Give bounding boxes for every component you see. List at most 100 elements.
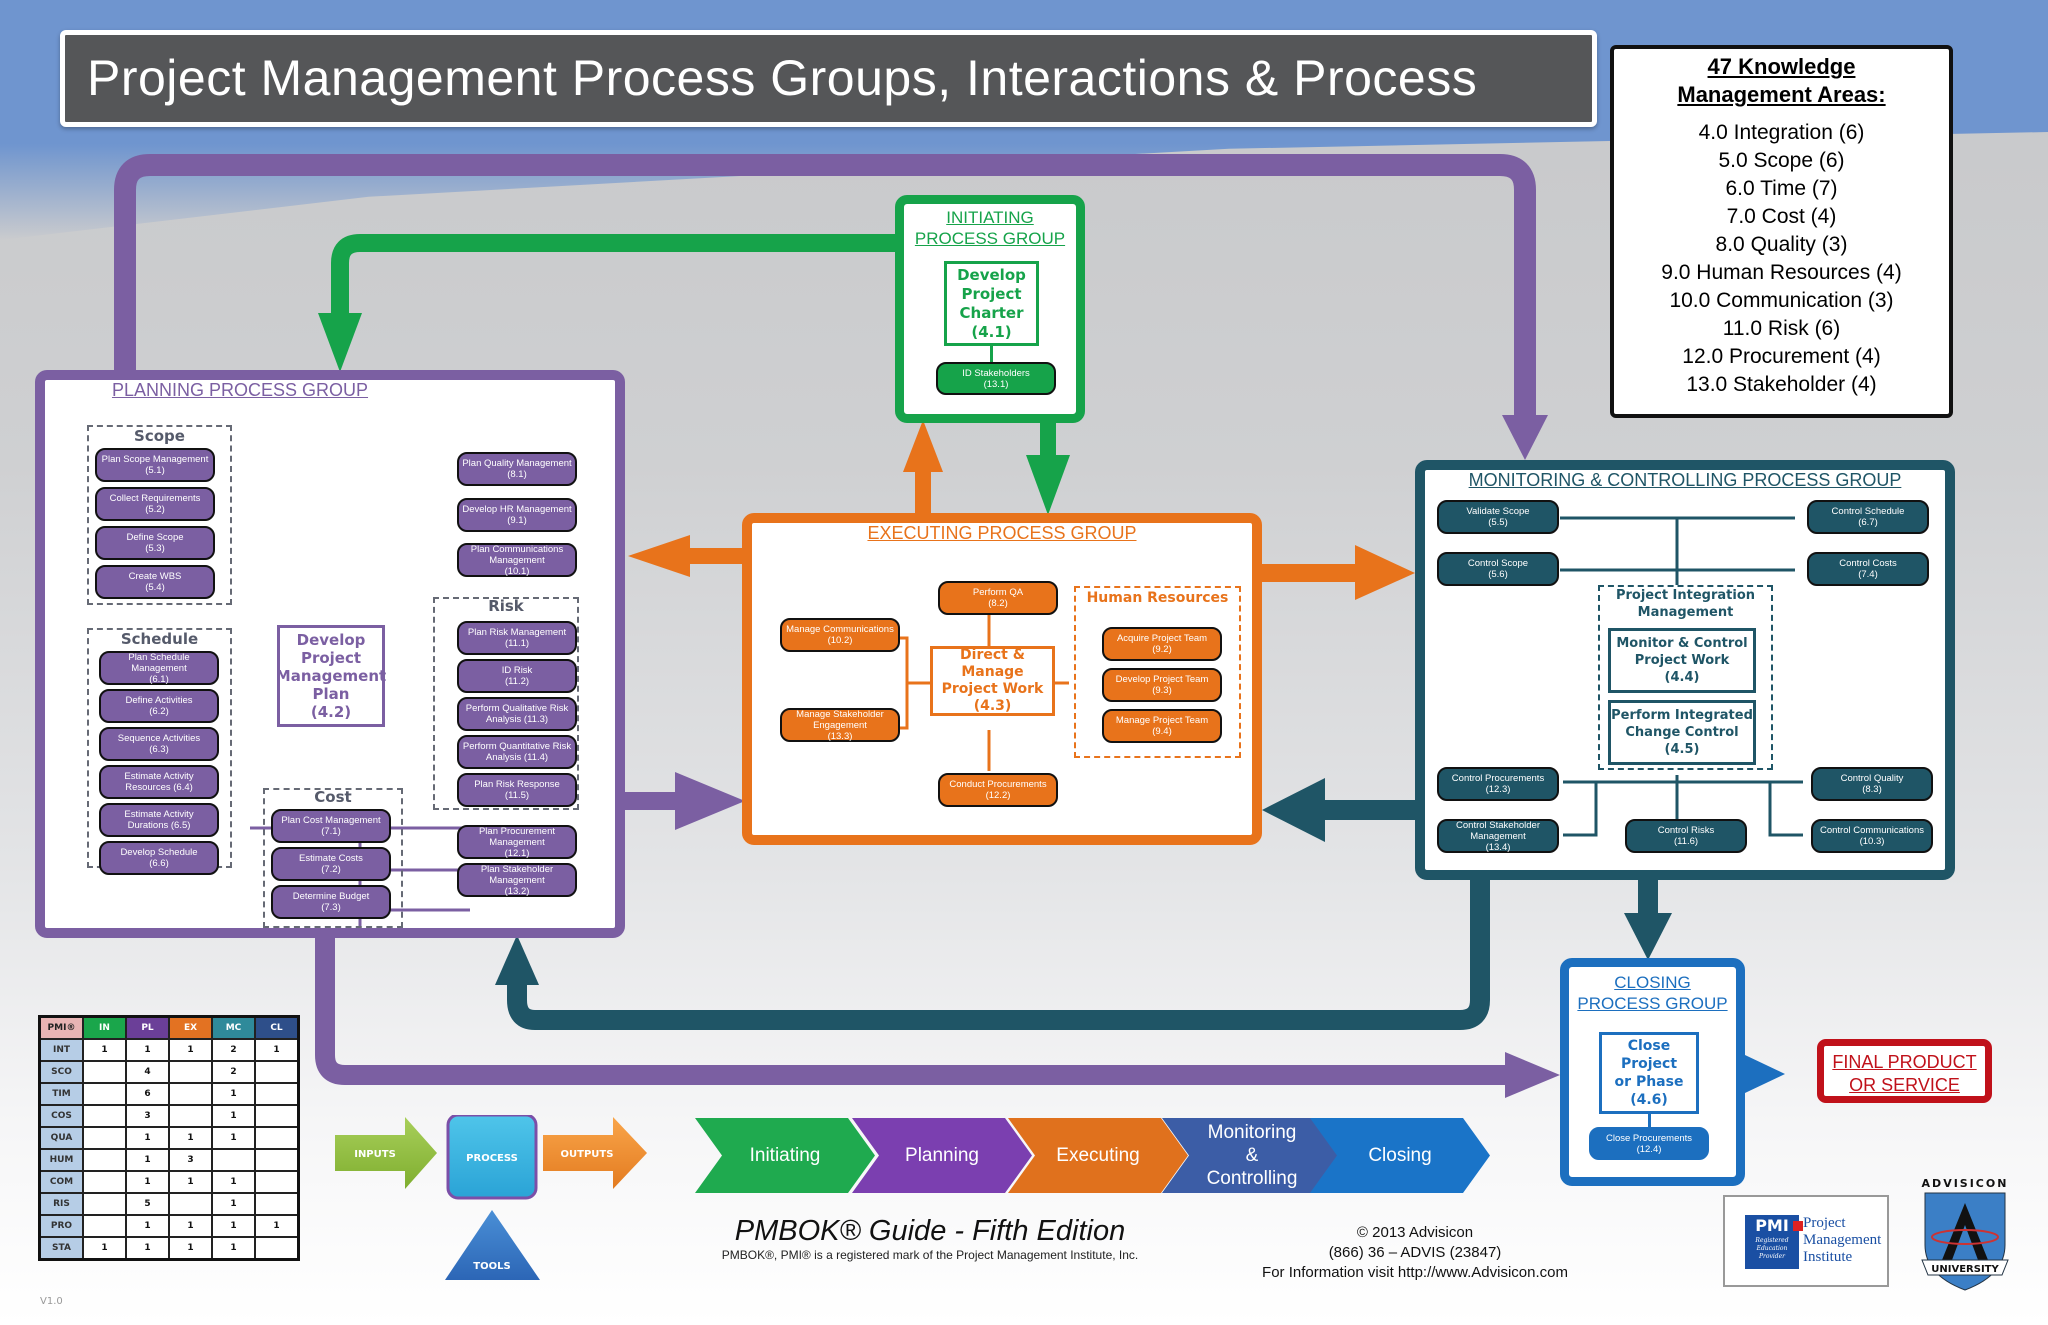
process-code: (12.2) <box>985 790 1011 801</box>
process-define-activities[interactable]: Define Activities (6.2) <box>99 689 219 723</box>
pmi-cell: 1 <box>211 1126 256 1150</box>
process-plan-schedule-management[interactable]: Plan Schedule Management (6.1) <box>99 651 219 685</box>
pmi-cell: 2 <box>211 1060 256 1084</box>
process-plan-cost-management[interactable]: Plan Cost Management (7.1) <box>271 809 391 843</box>
process-plan-stakeholder-management[interactable]: Plan Stakeholder Management (13.2) <box>457 863 577 897</box>
process-code: (7.4) <box>1858 569 1878 580</box>
pmi-row-header: RIS <box>38 1192 84 1216</box>
process-code: (11.1) <box>504 638 530 649</box>
process-code: (5.3) <box>145 543 165 554</box>
process-id-risk[interactable]: ID Risk (11.2) <box>457 659 577 693</box>
process-control-scope[interactable]: Control Scope (5.6) <box>1437 552 1559 586</box>
pmi-cell <box>211 1148 256 1172</box>
table-row: STA 1 1 1 1 <box>38 1236 300 1261</box>
process-determine-budget[interactable]: Determine Budget (7.3) <box>271 885 391 919</box>
process-estimate-costs[interactable]: Estimate Costs (7.2) <box>271 847 391 881</box>
knowledge-area-item: 13.0 Stakeholder (4) <box>1686 373 1877 396</box>
process-plan-risk-management[interactable]: Plan Risk Management (11.1) <box>457 621 577 655</box>
process-control-stakeholder-management[interactable]: Control Stakeholder Management (13.4) <box>1437 819 1559 853</box>
phase-chevron-initiating: Initiating <box>695 1118 875 1193</box>
process-develop-project-team[interactable]: Develop Project Team (9.3) <box>1102 668 1222 702</box>
table-row: SCO 4 2 <box>38 1060 300 1084</box>
process-conduct-procurements[interactable]: Conduct Procurements (12.2) <box>938 773 1058 807</box>
pmbok-caption: PMBOK® Guide - Fifth Edition PMBOK®, PMI… <box>700 1215 1160 1263</box>
process-plan-scope-management[interactable]: Plan Scope Management (5.1) <box>95 448 215 482</box>
process-control-schedule[interactable]: Control Schedule (6.7) <box>1807 500 1929 534</box>
website-link[interactable]: For Information visit http://www.Advisic… <box>1225 1263 1605 1283</box>
pmi-column-header: CL <box>254 1015 300 1040</box>
process-estimate-activity-durations-6-5[interactable]: Estimate Activity Durations (6.5) <box>99 803 219 837</box>
process-label: PROCESS <box>466 1153 518 1164</box>
arrowhead-to-closing <box>1624 913 1672 960</box>
process-plan-risk-response[interactable]: Plan Risk Response (11.5) <box>457 773 577 807</box>
process-plan-quality-management[interactable]: Plan Quality Management (8.1) <box>457 452 577 486</box>
process-id-stakeholders[interactable]: ID Stakeholders (13.1) <box>936 362 1056 395</box>
pmi-logo-text: Project Management Institute <box>1803 1215 1882 1265</box>
process-control-communications[interactable]: Control Communications (10.3) <box>1811 819 1933 853</box>
pmi-cell <box>254 1192 300 1216</box>
process-manage-communications[interactable]: Manage Communications (10.2) <box>780 618 900 652</box>
process-manage-stakeholder-engagement[interactable]: Manage Stakeholder Engagement (13.3) <box>780 708 900 742</box>
advisicon-logo-title: ADVISICON <box>1922 1177 2009 1190</box>
process-validate-scope[interactable]: Validate Scope (5.5) <box>1437 500 1559 534</box>
process-sequence-activities[interactable]: Sequence Activities (6.3) <box>99 727 219 761</box>
process-name: Estimate Activity Resources (6.4) <box>124 771 194 793</box>
process-estimate-activity-resources-6-4[interactable]: Estimate Activity Resources (6.4) <box>99 765 219 799</box>
process-control-quality[interactable]: Control Quality (8.3) <box>1811 767 1933 801</box>
pmi-logo: PMI Registered Education Provider Projec… <box>1723 1195 1889 1287</box>
pmi-cell: 1 <box>125 1038 170 1062</box>
direct-manage-project-work[interactable]: Direct & Manage Project Work (4.3) <box>930 646 1055 716</box>
arrowhead-to-executing <box>1026 455 1070 515</box>
process-name: Manage Communications <box>786 624 894 635</box>
process-develop-schedule[interactable]: Develop Schedule (6.6) <box>99 841 219 875</box>
process-create-wbs[interactable]: Create WBS (5.4) <box>95 565 215 599</box>
process-close-procurements[interactable]: Close Procurements (12.4) <box>1589 1127 1709 1160</box>
close-project-or-phase[interactable]: Close Project or Phase (4.6) <box>1599 1032 1699 1114</box>
knowledge-areas-list: 4.0 Integration (6) 5.0 Scope (6) 6.0 Time… <box>1614 119 1949 399</box>
process-control-costs[interactable]: Control Costs (7.4) <box>1807 552 1929 586</box>
pmi-cell <box>254 1126 300 1150</box>
pmi-cell: 1 <box>254 1214 300 1238</box>
final-line1: FINAL PRODUCT <box>1832 1052 1977 1072</box>
pmi-cell: 1 <box>82 1236 127 1261</box>
develop-project-management-plan[interactable]: Develop Project Management Plan (4.2) <box>276 625 386 727</box>
process-code: (9.3) <box>1152 685 1172 696</box>
process-acquire-project-team[interactable]: Acquire Project Team (9.2) <box>1102 627 1222 661</box>
process-control-risks[interactable]: Control Risks (11.6) <box>1625 819 1747 853</box>
process-code: (11.5) <box>504 790 530 801</box>
process-name: ID Risk <box>501 665 533 676</box>
process-develop-hr-management[interactable]: Develop HR Management (9.1) <box>457 498 577 532</box>
process-code: (5.1) <box>145 465 165 476</box>
process-manage-project-team[interactable]: Manage Project Team (9.4) <box>1102 709 1222 743</box>
pmi-cell: 1 <box>211 1104 256 1128</box>
pmi-cell <box>82 1170 127 1194</box>
project-integration-label: Project Integration Management <box>1615 588 1756 620</box>
process-name: Plan Quality Management <box>462 458 572 469</box>
process-perform-qualitative-risk-analysis-11-3[interactable]: Perform Qualitative Risk Analysis (11.3) <box>457 697 577 731</box>
process-name: Develop Schedule <box>120 847 198 858</box>
pmi-cell <box>82 1126 127 1150</box>
pmi-cell <box>254 1104 300 1128</box>
pmi-cell <box>82 1148 127 1172</box>
process-name: Control Stakeholder Management <box>1456 819 1540 842</box>
closing-heading-line2: PROCESS GROUP <box>1577 994 1728 1013</box>
pmi-cell: 1 <box>211 1236 256 1261</box>
pmi-cell: 3 <box>125 1104 170 1128</box>
process-plan-procurement-management[interactable]: Plan Procurement Management (12.1) <box>457 825 577 859</box>
planning-to-executing-shaft <box>620 792 680 810</box>
process-control-procurements[interactable]: Control Procurements (12.3) <box>1437 767 1559 801</box>
develop-project-charter[interactable]: Develop Project Charter (4.1) <box>944 261 1039 346</box>
process-perform-qa[interactable]: Perform QA (8.2) <box>938 581 1058 615</box>
process-code: (6.3) <box>149 744 169 755</box>
perform-integrated-change-control[interactable]: Perform Integrated Change Control (4.5) <box>1608 700 1756 765</box>
pmi-cell <box>168 1082 213 1106</box>
process-plan-communications-management[interactable]: Plan Communications Management (10.1) <box>457 543 577 577</box>
process-define-scope[interactable]: Define Scope (5.3) <box>95 526 215 560</box>
monitor-control-project-work[interactable]: Monitor & Control Project Work (4.4) <box>1608 628 1756 693</box>
pmi-cell: 5 <box>125 1192 170 1216</box>
process-collect-requirements[interactable]: Collect Requirements (5.2) <box>95 487 215 521</box>
table-row: HUM 1 3 <box>38 1148 300 1172</box>
pmi-cell: 1 <box>168 1236 213 1261</box>
process-perform-quantitative-risk-analysis-11-4[interactable]: Perform Quantitative Risk Analysis (11.4… <box>457 735 577 769</box>
pmi-row-header: HUM <box>38 1148 84 1172</box>
